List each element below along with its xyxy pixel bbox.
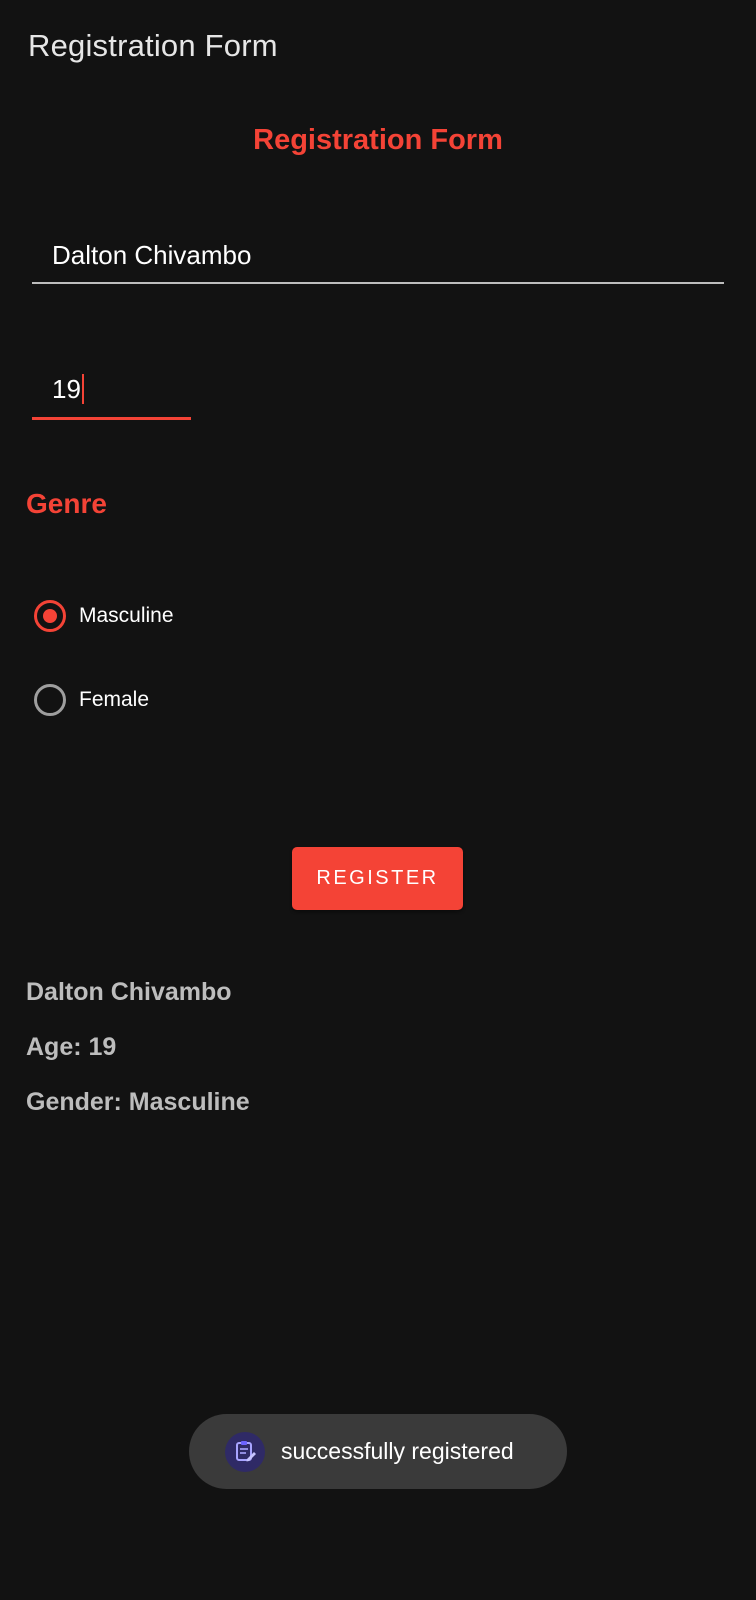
text-cursor	[81, 374, 84, 405]
name-input-value: Dalton Chivambo	[52, 240, 252, 270]
radio-option-female[interactable]: Female	[34, 684, 149, 716]
radio-label-female: Female	[79, 688, 150, 711]
radio-option-masculine[interactable]: Masculine	[34, 600, 174, 632]
age-input-value: 19	[52, 374, 84, 406]
toast-text: successfully registered	[281, 1438, 514, 1464]
app-icon	[225, 1431, 265, 1472]
name-input[interactable]: Dalton Chivambo	[32, 232, 724, 284]
radio-unchecked-icon[interactable]	[34, 684, 66, 716]
age-input[interactable]: 19	[32, 366, 191, 420]
genre-label: Genre	[26, 488, 107, 519]
result-name: Dalton Chivambo	[26, 978, 232, 1006]
result-age: Age: 19	[26, 1033, 117, 1061]
radio-checked-icon[interactable]	[34, 600, 66, 632]
app-bar-title: Registration Form	[28, 28, 278, 63]
form-heading: Registration Form	[253, 124, 503, 156]
toast-message: successfully registered	[189, 1414, 567, 1489]
register-button[interactable]: REGISTER	[292, 847, 463, 910]
result-gender: Gender: Masculine	[26, 1088, 250, 1116]
radio-label-masculine: Masculine	[79, 604, 174, 627]
